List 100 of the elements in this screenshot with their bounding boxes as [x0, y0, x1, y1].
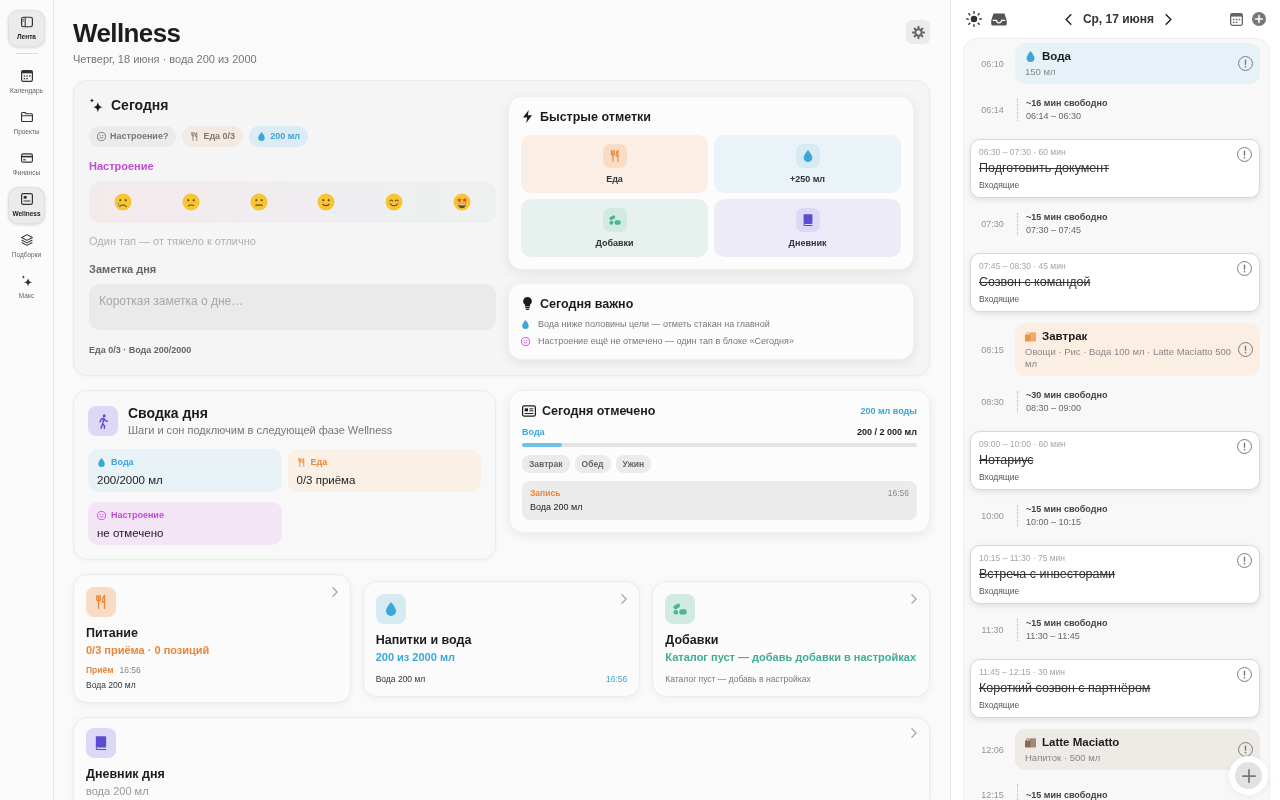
task-list-label: Входящие [979, 294, 1021, 304]
chevron-right-icon[interactable] [1165, 13, 1173, 25]
quick-action-button[interactable]: Дневник [714, 199, 901, 257]
drop-icon [375, 593, 406, 624]
meal-chip[interactable]: Завтрак [522, 455, 570, 473]
task-time: 11:45 – 12:15 · 30 мин [979, 667, 1067, 677]
date-label: Ср, 17 июня [1082, 12, 1155, 26]
bags-icon [1025, 736, 1036, 748]
task-card[interactable]: 11:45 – 12:15 · 30 мин Короткий созвон с партнёром Входящие [970, 659, 1260, 718]
lightning-icon [521, 110, 534, 123]
task-card[interactable]: 07:45 – 08:30 · 45 мин Созвон с командой Входящие [970, 253, 1260, 312]
free-time-label: ~30 мин свободно [1026, 390, 1108, 401]
entry-title: Latte Maciatto [1042, 735, 1120, 749]
exclamation-circle-icon[interactable] [1237, 553, 1252, 568]
sun-icon[interactable] [966, 11, 982, 27]
entry-title: Вода [1042, 49, 1071, 63]
module-title: Добавки [665, 632, 720, 648]
task-list-label: Входящие [979, 472, 1021, 482]
plus-icon [1241, 768, 1256, 783]
meal-chip[interactable]: Ужин [615, 455, 652, 473]
stat-value: 200/2000 мл [97, 473, 164, 487]
hint-text: Один тап — от тяжело к отлично [89, 235, 257, 248]
quick-action-button[interactable]: +250 мл [714, 135, 901, 193]
task-title: Нотариус [979, 453, 1035, 468]
task-time: 10:15 – 11:30 · 75 мин [979, 553, 1067, 563]
neutral-face-icon[interactable] [249, 193, 268, 211]
sparkle-icon [89, 97, 104, 113]
task-title: Созвон с командой [979, 275, 1092, 290]
entry-label: Запись [530, 488, 561, 498]
time-label: 12:15 [980, 790, 1005, 800]
entry-text: Вода 200 мл [530, 502, 584, 513]
log-entry-card[interactable]: Завтрак Овощи · Рис · Вода 100 мл · Latte Maciatto 500 мл [1015, 323, 1260, 376]
pills-icon [602, 208, 627, 232]
module-summary: 200 из 2000 мл [375, 650, 456, 664]
quick-action-button[interactable]: Добавки [521, 199, 708, 257]
section-label: Заметка дня [89, 263, 158, 276]
free-time-label: ~15 мин свободно [1026, 212, 1108, 223]
bags-icon [1025, 330, 1036, 342]
card-title: Сегодня [111, 97, 169, 113]
stat-label: Настроение [111, 510, 164, 521]
smiley-icon [97, 511, 106, 520]
module-title: Питание [86, 626, 139, 641]
exclamation-circle-icon[interactable] [1238, 56, 1253, 71]
drop-icon [1025, 50, 1036, 62]
smiling-face-icon[interactable] [385, 193, 404, 211]
time-range: 07:30 – 07:45 [1026, 225, 1083, 236]
quick-action-button[interactable]: Еда [521, 135, 708, 193]
progress-label: Вода [522, 427, 545, 438]
time-label: 08:30 [980, 397, 1005, 407]
time-range: 10:00 – 10:15 [1026, 517, 1083, 528]
credit-card-icon [20, 152, 33, 164]
module-summary: 0/3 приёма · 0 позиций [86, 644, 211, 657]
module-title: Напитки и вода [375, 632, 473, 648]
entry-time: 16:56 [606, 673, 628, 684]
crying-face-icon[interactable] [113, 193, 132, 211]
drop-icon [521, 320, 530, 329]
meal-chip[interactable]: Обед [574, 455, 611, 473]
chevron-right-icon [911, 728, 917, 738]
entry-detail: 150 мл [1025, 66, 1057, 78]
card-title: Сегодня отмечено [542, 403, 656, 418]
time-label: 06:14 [980, 105, 1005, 115]
free-time-label: ~15 мин свободно [1026, 618, 1108, 629]
note-field[interactable]: Короткая заметка о дне… [89, 284, 496, 330]
module-summary: вода 200 мл [86, 785, 150, 798]
stat-value: не отмечено [97, 526, 165, 540]
module-card[interactable]: Напитки и вода 200 из 2000 мл Вода 200 мл 16:56 [362, 580, 641, 697]
exclamation-circle-icon[interactable] [1237, 261, 1252, 276]
entry-title: Завтрак [1042, 329, 1088, 343]
task-time: 07:45 – 08:30 · 45 мин [979, 261, 1067, 271]
exclamation-circle-icon[interactable] [1237, 667, 1252, 682]
settings-button[interactable] [906, 20, 930, 44]
chevron-right-icon [911, 593, 917, 604]
log-entry-card[interactable]: Вода 150 мл [1015, 43, 1260, 84]
confused-face-icon[interactable] [181, 193, 200, 211]
task-card[interactable]: 10:15 – 11:30 · 75 мин Встреча с инвесторами Входящие [970, 545, 1260, 604]
task-card[interactable]: 09:00 – 10:00 · 60 мин Нотариус Входящие [970, 431, 1260, 490]
exclamation-circle-icon[interactable] [1238, 342, 1253, 357]
exclamation-circle-icon[interactable] [1238, 742, 1253, 757]
newspaper-icon [522, 403, 536, 418]
log-entry-card[interactable]: Latte Maciatto Напиток · 500 мл [1015, 729, 1260, 770]
task-card[interactable]: 06:30 – 07:30 · 60 мин Подготовить документ Входящие [970, 139, 1260, 198]
drop-icon [97, 458, 106, 467]
status-chip[interactable]: Еда 0/3 [182, 126, 244, 147]
module-card[interactable]: Дневник дня вода 200 мл [73, 717, 930, 800]
star-eyes-face-icon[interactable] [453, 193, 472, 211]
tray-icon[interactable] [991, 12, 1007, 26]
plus-circle-icon[interactable] [1252, 12, 1266, 26]
drop-icon [257, 132, 267, 141]
slightly-smiling-face-icon[interactable] [317, 193, 336, 211]
chevron-left-icon[interactable] [1064, 13, 1072, 25]
calendar-icon[interactable] [1230, 12, 1243, 26]
entry-time: 16:56 [119, 665, 141, 675]
reminder-text: Настроение ещё не отмечено — один тап в блоке «Сегодня» [538, 336, 794, 347]
exclamation-circle-icon[interactable] [1237, 439, 1252, 454]
exclamation-circle-icon[interactable] [1237, 147, 1252, 162]
card-title: Сводка дня [128, 405, 209, 421]
module-card[interactable]: Добавки Каталог пуст — добавь добавки в настройках Каталог пуст — добавь в настройках [652, 580, 930, 697]
pills-icon [665, 593, 696, 624]
module-card[interactable]: Питание 0/3 приёма · 0 позиций Приём 16:56 Вода 200 мл [73, 574, 351, 703]
status-chip[interactable]: Настроение? [89, 126, 177, 147]
